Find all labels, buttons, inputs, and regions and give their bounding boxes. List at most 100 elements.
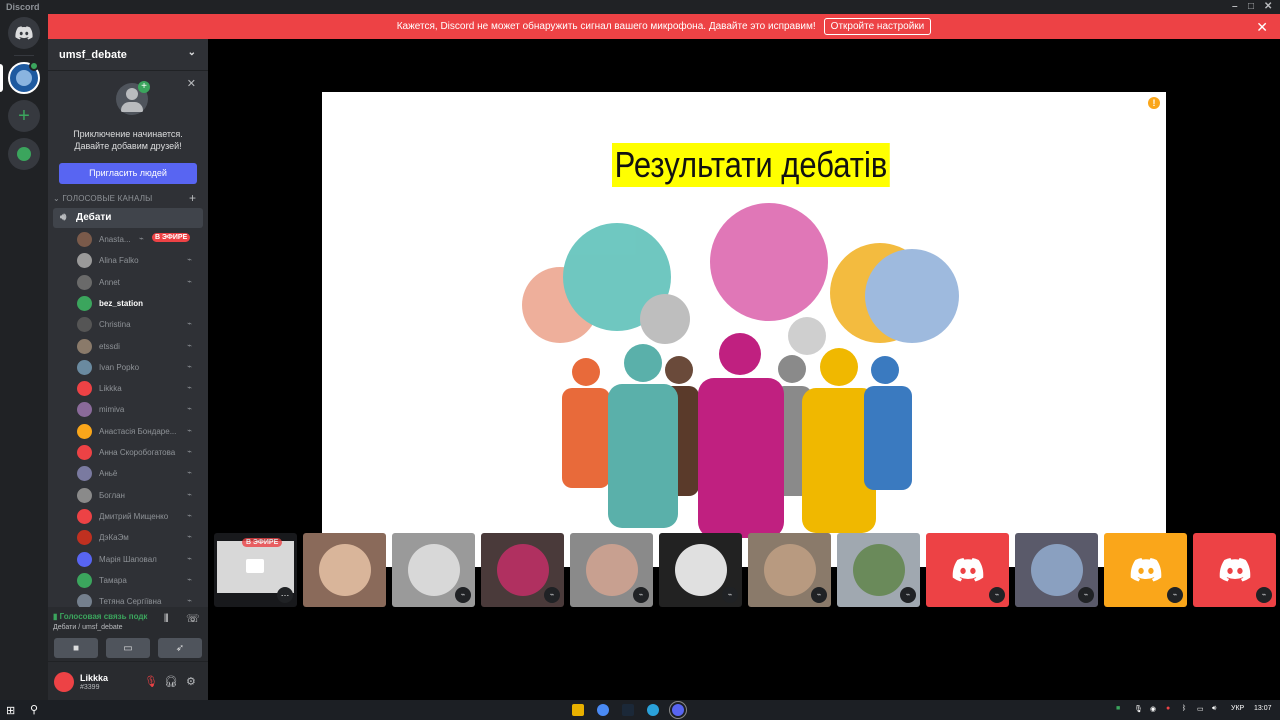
voice-member[interactable]: Anastа... В ЭФИРЕ ⌁ <box>77 229 202 249</box>
window-title: Discord <box>6 2 40 12</box>
avatar <box>77 572 92 588</box>
mute-mic-icon[interactable]: 🎙︎ <box>144 675 158 688</box>
avatar <box>318 544 371 596</box>
voice-member[interactable]: Christina ⌁ <box>77 314 202 334</box>
nvidia-tray-icon[interactable]: ■ <box>1116 705 1120 712</box>
member-name: Likkka <box>99 384 122 394</box>
participant-tile[interactable]: ⌁ <box>659 533 742 607</box>
mic-warning-banner: Кажется, Discord не может обнаружить сиг… <box>48 14 1280 39</box>
voice-member[interactable]: Тетяна Сергіївна ⌁ <box>77 591 202 607</box>
mic-muted-icon: ⌁ <box>187 532 192 542</box>
file-explorer-icon[interactable] <box>572 704 584 716</box>
avatar <box>407 544 460 596</box>
voice-badge-icon <box>29 61 39 71</box>
mic-muted-icon: ⌁ <box>187 383 192 393</box>
mic-tray-icon[interactable]: 🎙︎ <box>1134 705 1143 713</box>
maximize-icon[interactable]: □ <box>1248 1 1254 12</box>
participant-tile[interactable]: ⌁ <box>748 533 831 607</box>
stream-tile[interactable]: … В ЭФИРЕ <box>214 533 297 607</box>
participant-tile[interactable]: ⌁ <box>1015 533 1098 607</box>
activity-button[interactable]: ➶ <box>158 638 202 658</box>
more-options-icon[interactable]: … <box>277 587 293 603</box>
screen-share-button[interactable]: ▭ <box>106 638 150 658</box>
mic-muted-icon: ⌁ <box>187 255 192 265</box>
add-server-icon[interactable]: + <box>8 100 40 132</box>
voice-member[interactable]: Ivan Popko ⌁ <box>77 357 202 377</box>
settings-gear-icon[interactable]: ⚙ <box>186 675 196 688</box>
close-window-icon[interactable]: ✕ <box>1264 1 1272 12</box>
voice-member[interactable]: Боглан ⌁ <box>77 485 202 505</box>
participant-tile[interactable]: ⌁ <box>926 533 1009 607</box>
voice-member[interactable]: Марія Шаповал ⌁ <box>77 549 202 569</box>
discord-avatar-icon <box>952 558 984 587</box>
search-icon[interactable]: ⚲ <box>30 703 38 716</box>
telegram-icon[interactable] <box>647 704 659 716</box>
avatar[interactable] <box>54 672 74 692</box>
participant-tile[interactable]: ⌁ <box>481 533 564 607</box>
voice-member[interactable]: Тамара ⌁ <box>77 570 202 590</box>
chrome-icon[interactable] <box>597 704 609 716</box>
participant-tile[interactable]: ⌁ <box>1104 533 1187 607</box>
clock[interactable]: 13:07 <box>1254 705 1272 712</box>
member-name: etssdi <box>99 341 120 351</box>
participant-tile[interactable] <box>303 533 386 607</box>
network-tray-icon[interactable]: ▭ <box>1197 705 1204 713</box>
keyboard-language[interactable]: УКР <box>1231 705 1244 712</box>
avatar <box>77 487 92 503</box>
participant-tile[interactable]: ⌁ <box>570 533 653 607</box>
minimize-icon[interactable]: – <box>1232 1 1238 12</box>
voice-member[interactable]: etssdi ⌁ <box>77 336 202 356</box>
video-camera-button[interactable]: ■ <box>54 638 98 658</box>
participant-tile[interactable]: ⌁ <box>392 533 475 607</box>
voice-member[interactable]: Alina Falko ⌁ <box>77 250 202 270</box>
member-name: Ivan Popko <box>99 362 140 372</box>
avatar <box>77 594 92 607</box>
mic-muted-icon: ⌁ <box>187 276 192 286</box>
member-name: Дмитрий Мищенко <box>99 511 169 521</box>
voice-member[interactable]: mimiva ⌁ <box>77 399 202 419</box>
shared-screen-slide[interactable]: Результати дебатів ! <box>322 92 1166 567</box>
voice-member[interactable]: Likkka ⌁ <box>77 378 202 398</box>
voice-member[interactable]: Дмитрий Мищенко ⌁ <box>77 506 202 526</box>
bubble-gray <box>640 294 690 344</box>
avatar <box>585 544 638 596</box>
chrome-tray-icon[interactable]: ● <box>1166 705 1170 712</box>
member-name: ДэКаЭм <box>99 533 129 543</box>
voice-member[interactable]: ДэКаЭм ⌁ <box>77 527 202 547</box>
steam-icon[interactable] <box>622 704 634 716</box>
participant-tile[interactable]: ⌁ <box>1193 533 1276 607</box>
member-name: Анастасія Бондаре... <box>99 426 177 436</box>
voice-member[interactable]: Анна Скоробогатова ⌁ <box>77 442 202 462</box>
close-banner-icon[interactable]: ✕ <box>1256 19 1268 36</box>
mic-muted-icon: ⌁ <box>187 489 192 499</box>
voice-member[interactable]: Аньё ⌁ <box>77 463 202 483</box>
open-settings-button[interactable]: Откройте настройки <box>823 18 932 35</box>
noise-suppression-icon[interactable]: ⫴ <box>164 613 169 626</box>
voice-member[interactable]: Annet ⌁ <box>77 272 202 292</box>
windows-start-icon[interactable]: ⊞ <box>6 704 15 717</box>
member-name: mimiva <box>99 405 125 415</box>
bluetooth-tray-icon[interactable]: ᛒ <box>1182 705 1186 712</box>
user-tag: #3399 <box>80 684 100 691</box>
explore-compass-icon[interactable] <box>8 138 40 170</box>
voice-member[interactable]: Анастасія Бондаре... ⌁ <box>77 421 202 441</box>
mic-muted-icon: ⌁ <box>139 234 144 243</box>
voice-member[interactable]: bez_station <box>77 293 202 313</box>
avatar <box>77 508 92 524</box>
camera-icon: ■ <box>72 642 80 654</box>
disconnect-icon[interactable]: ☏ <box>186 612 200 625</box>
volume-tray-icon[interactable]: 🔊︎ <box>1212 705 1216 713</box>
avatar <box>77 232 92 247</box>
member-name: Annet <box>99 277 120 287</box>
headphones-icon[interactable]: 🎧︎ <box>164 675 178 688</box>
discord-taskbar-icon[interactable] <box>669 701 687 719</box>
avatar <box>77 423 92 439</box>
home-discord-icon[interactable] <box>8 17 40 49</box>
participant-tile[interactable]: ⌁ <box>837 533 920 607</box>
member-name: Тетяна Сергіївна <box>99 597 162 607</box>
camera-icon <box>246 559 264 573</box>
mic-muted-icon: ⌁ <box>455 587 471 603</box>
steam-tray-icon[interactable]: ◉ <box>1150 705 1156 713</box>
user-panel: Likkka #3399 🎙︎ 🎧︎ ⚙ <box>48 662 208 700</box>
mic-muted-icon: ⌁ <box>187 319 192 329</box>
